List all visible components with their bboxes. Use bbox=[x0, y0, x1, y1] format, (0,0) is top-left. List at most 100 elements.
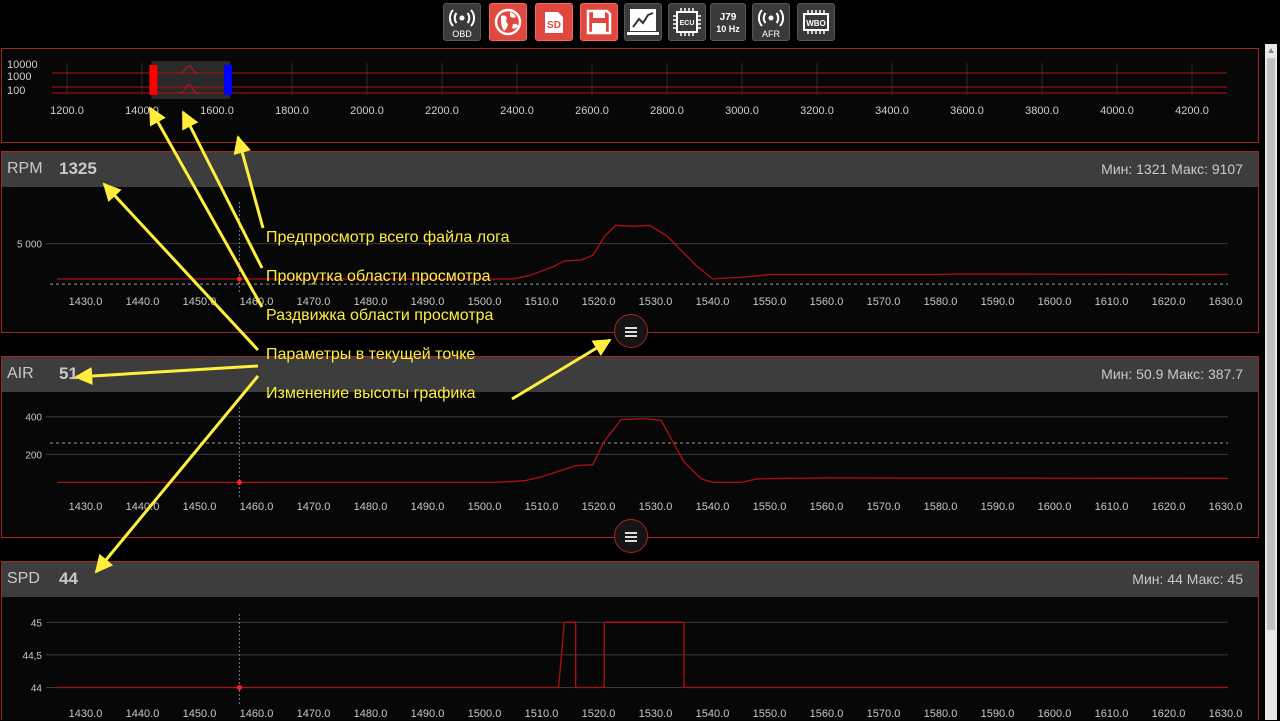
afr-button[interactable]: AFR bbox=[752, 3, 790, 41]
wbo-label: WBO bbox=[806, 19, 826, 28]
chart-y-tick: 44 bbox=[31, 683, 43, 694]
spd-current-value: 44 bbox=[59, 569, 78, 588]
chart-current-point bbox=[236, 684, 242, 690]
overview-left-handle bbox=[149, 65, 158, 95]
spd-panel: SPD 44 Мин: 44 Макс: 45 45 44,5 44 1430.0 14… bbox=[1, 561, 1259, 720]
chart-x-tick: 1460.0 bbox=[240, 501, 274, 513]
chart-button[interactable] bbox=[624, 3, 662, 41]
chart-x-tick: 1590.0 bbox=[981, 296, 1015, 308]
overview-x-tick: 3200.0 bbox=[800, 105, 834, 117]
chart-x-tick: 1570.0 bbox=[867, 501, 901, 513]
air-min-max: Мин: 50.9 Макс: 387.7 bbox=[1101, 366, 1243, 382]
ecu-label: ECU bbox=[680, 20, 695, 27]
overview-x-tick: 1200.0 bbox=[50, 105, 84, 117]
chart-x-tick: 1560.0 bbox=[810, 501, 844, 513]
annotation-scroll: Прокрутка области просмотра bbox=[266, 268, 491, 285]
chart-x-tick: 1480.0 bbox=[354, 501, 388, 513]
chart-x-tick: 1540.0 bbox=[696, 501, 730, 513]
ecu-chip-icon: ECU bbox=[673, 8, 701, 36]
chart-x-tick: 1600.0 bbox=[1038, 296, 1072, 308]
overview-x-tick: 3000.0 bbox=[725, 105, 759, 117]
wbo-icon: WBO bbox=[803, 10, 829, 34]
save-icon bbox=[586, 9, 612, 35]
scrollbar-thumb[interactable] bbox=[1267, 58, 1275, 630]
rpm-chart[interactable]: 5 0001430.0 1440.0 1450.0 1460.0 1470.0 1480.… bbox=[2, 187, 1258, 332]
annotation-preview: Предпросмотр всего файла лога bbox=[266, 229, 510, 246]
chart-x-tick: 1470.0 bbox=[297, 708, 331, 720]
chart-x-tick: 1520.0 bbox=[582, 708, 616, 720]
overview-x-tick: 1600.0 bbox=[200, 105, 234, 117]
rpm-panel-header: RPM 1325 Мин: 1321 Макс: 9107 bbox=[2, 152, 1258, 187]
sd-card-icon: SD bbox=[545, 12, 563, 33]
overview-x-tick: 3800.0 bbox=[1025, 105, 1059, 117]
overview-x-tick: 1800.0 bbox=[275, 105, 309, 117]
chart-x-tick: 1580.0 bbox=[924, 501, 958, 513]
chart-x-tick: 1590.0 bbox=[981, 708, 1015, 720]
chart-x-tick: 1510.0 bbox=[525, 296, 559, 308]
chart-x-tick: 1510.0 bbox=[525, 501, 559, 513]
scroll-up-arrow-icon[interactable] bbox=[1268, 48, 1274, 53]
save-button[interactable] bbox=[580, 3, 618, 41]
chart-x-tick: 1560.0 bbox=[810, 708, 844, 720]
overview-x-tick: 4200.0 bbox=[1175, 105, 1209, 117]
j79-button[interactable]: J79 10 Hz bbox=[710, 3, 746, 41]
air-current-value: 51 bbox=[59, 364, 78, 383]
chart-x-tick: 1490.0 bbox=[411, 501, 445, 513]
globe-button[interactable] bbox=[489, 3, 527, 41]
chart-x-tick: 1630.0 bbox=[1209, 296, 1243, 308]
j79-label: J79 bbox=[720, 12, 737, 23]
overview-panel: 1200.0 1400.0 1600.0 1800.0 2000.0 2200.0 2400… bbox=[1, 48, 1259, 143]
afr-icon: AFR bbox=[758, 9, 784, 39]
rpm-min-max: Мин: 1321 Макс: 9107 bbox=[1101, 161, 1243, 177]
chart-x-tick: 1530.0 bbox=[639, 501, 673, 513]
chart-x-tick: 1500.0 bbox=[468, 501, 502, 513]
overview-x-tick: 3400.0 bbox=[875, 105, 909, 117]
air-chart[interactable]: 400 200 1430.0 1440.0 1450.0 1460.0 1470.0 1480… bbox=[2, 392, 1258, 537]
overview-x-tick: 4000.0 bbox=[1100, 105, 1134, 117]
obd-button[interactable]: OBD bbox=[443, 3, 481, 41]
chart-x-tick: 1530.0 bbox=[639, 296, 673, 308]
chart-current-point bbox=[236, 479, 242, 485]
chart-x-tick: 1550.0 bbox=[753, 501, 787, 513]
chart-x-tick: 1450.0 bbox=[183, 296, 217, 308]
j79-rate: 10 Hz bbox=[716, 24, 740, 34]
chart-y-tick: 45 bbox=[31, 618, 43, 629]
wbo-button[interactable]: WBO bbox=[797, 3, 835, 41]
annotation-expand: Раздвижка области просмотра bbox=[266, 307, 494, 324]
sd-card-button[interactable]: SD bbox=[535, 3, 573, 41]
air-panel: AIR 51 Мин: 50.9 Макс: 387.7 400 200 1430.… bbox=[1, 356, 1259, 538]
chart-x-tick: 1620.0 bbox=[1152, 296, 1186, 308]
chart-x-tick: 1610.0 bbox=[1095, 501, 1129, 513]
chart-x-tick: 1520.0 bbox=[582, 501, 616, 513]
chart-x-tick: 1430.0 bbox=[69, 501, 103, 513]
rpm-panel: RPM 1325 Мин: 1321 Макс: 9107 5 000 1430.… bbox=[1, 151, 1259, 333]
chart-x-tick: 1540.0 bbox=[696, 296, 730, 308]
j79-icon: J79 10 Hz bbox=[716, 12, 740, 34]
overview-y-tick: 1000 bbox=[7, 71, 31, 83]
chart-x-tick: 1440.0 bbox=[126, 501, 160, 513]
chart-x-tick: 1430.0 bbox=[69, 296, 103, 308]
chart-series-line bbox=[57, 417, 1229, 484]
chart-x-tick: 1440.0 bbox=[126, 708, 160, 720]
air-panel-header: AIR 51 Мин: 50.9 Макс: 387.7 bbox=[2, 357, 1258, 392]
sd-label: SD bbox=[547, 20, 561, 31]
overview-x-tick: 2800.0 bbox=[650, 105, 684, 117]
chart-y-tick: 400 bbox=[25, 413, 42, 424]
ecu-button[interactable]: ECU bbox=[668, 3, 706, 41]
chart-x-tick: 1470.0 bbox=[297, 501, 331, 513]
overview-chart[interactable]: 1200.0 1400.0 1600.0 1800.0 2000.0 2200.0 2400… bbox=[2, 49, 1258, 142]
chart-x-tick: 1630.0 bbox=[1209, 501, 1243, 513]
rpm-resize-handle[interactable] bbox=[614, 314, 648, 348]
chart-x-tick: 1490.0 bbox=[411, 708, 445, 720]
overview-y-tick: 10000 bbox=[7, 59, 38, 71]
spd-chart[interactable]: 45 44,5 44 1430.0 1440.0 1450.0 1460.0 1470.0 14… bbox=[2, 597, 1258, 721]
overview-x-tick: 2000.0 bbox=[350, 105, 384, 117]
chart-x-tick: 1510.0 bbox=[525, 708, 559, 720]
air-resize-handle[interactable] bbox=[614, 519, 648, 553]
overview-x-tick: 2600.0 bbox=[575, 105, 609, 117]
air-param-name: AIR bbox=[7, 365, 34, 382]
chart-x-tick: 1610.0 bbox=[1095, 296, 1129, 308]
overview-y-tick: 100 bbox=[7, 85, 25, 97]
rpm-current-value: 1325 bbox=[59, 159, 97, 178]
page-scrollbar[interactable] bbox=[1265, 44, 1277, 720]
